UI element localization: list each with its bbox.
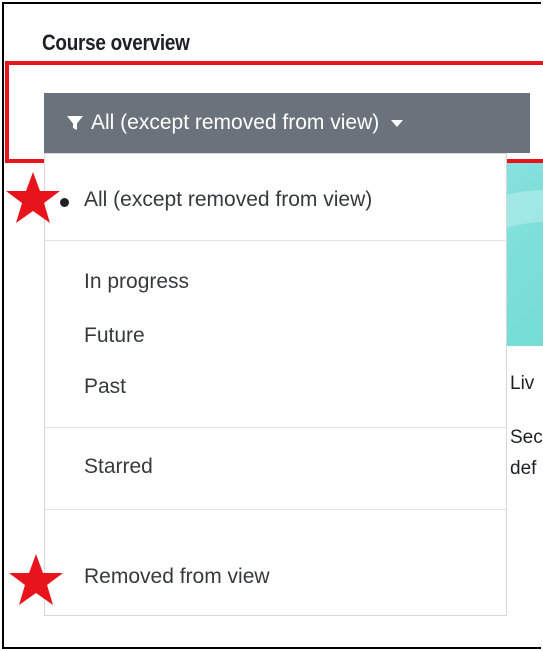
menu-divider (45, 240, 506, 241)
filter-option-label: Past (84, 375, 127, 398)
filter-option-all[interactable]: All (except removed from view) (45, 188, 506, 212)
filter-dropdown-menu: All (except removed from view) In progre… (44, 153, 507, 616)
filter-option-past[interactable]: Past (45, 375, 506, 399)
filter-option-label: Removed from view (84, 565, 270, 588)
highlight-box-annotation (5, 61, 543, 163)
menu-divider (45, 509, 506, 510)
menu-divider (45, 427, 506, 428)
filter-option-in-progress[interactable]: In progress (45, 270, 506, 294)
filter-option-label: Future (84, 324, 145, 347)
star-annotation-icon (6, 172, 60, 223)
filter-option-label: In progress (84, 270, 190, 293)
filter-option-future[interactable]: Future (45, 324, 506, 348)
filter-option-removed[interactable]: Removed from view (45, 565, 506, 589)
course-card-category: Sec (510, 427, 543, 448)
filter-option-starred[interactable]: Starred (45, 455, 506, 479)
course-card-summary: def (510, 458, 537, 479)
section-title: Course overview (42, 30, 190, 55)
star-annotation-icon (9, 554, 63, 605)
selected-bullet-icon (60, 198, 69, 207)
filter-option-label: All (except removed from view) (84, 188, 373, 211)
filter-option-label: Starred (84, 455, 153, 478)
course-card-name[interactable]: Liv (510, 373, 534, 395)
